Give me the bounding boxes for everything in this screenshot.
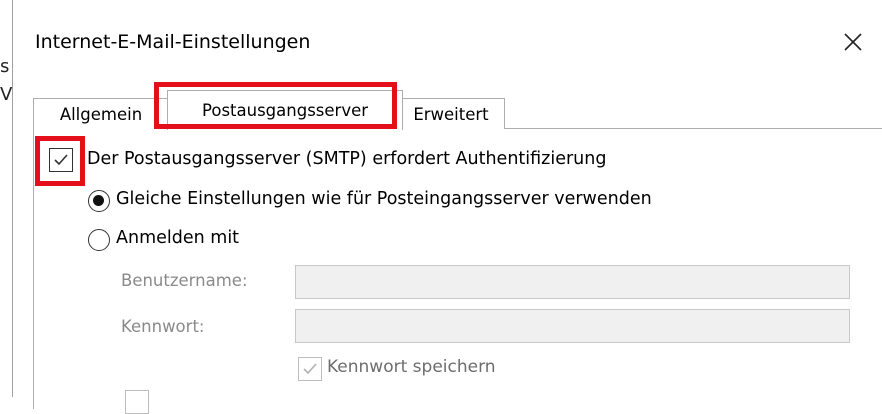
tab-label: Postausgangsserver — [201, 101, 369, 120]
radio-login-with-label: Anmelden mit — [116, 228, 240, 248]
cut-off-checkbox[interactable] — [125, 390, 149, 414]
tab-erweitert[interactable]: Erweitert — [397, 98, 505, 129]
password-label: Kennwort: — [121, 317, 205, 336]
save-password-checkbox[interactable] — [298, 357, 322, 381]
close-icon — [844, 33, 862, 51]
username-label: Benutzername: — [121, 271, 248, 290]
close-button[interactable] — [833, 22, 873, 62]
radio-selected-dot — [93, 195, 104, 206]
radio-login-with[interactable] — [88, 229, 110, 251]
tab-label: Erweitert — [413, 104, 489, 124]
tab-allgemein[interactable]: Allgemein — [33, 98, 169, 129]
background-text-fragment: V — [0, 84, 13, 105]
dialog-title: Internet-E-Mail-Einstellungen — [35, 31, 311, 53]
username-field[interactable] — [295, 265, 850, 299]
background-text-fragment: s — [0, 56, 10, 77]
tab-label: Allgemein — [59, 104, 143, 124]
email-settings-dialog: Internet-E-Mail-Einstellungen Allgemein … — [12, 0, 882, 414]
smtp-auth-label: Der Postausgangsserver (SMTP) erfordert … — [87, 149, 607, 169]
radio-same-settings[interactable] — [88, 190, 110, 212]
tab-postausgangsserver[interactable]: Postausgangsserver — [167, 90, 403, 130]
save-password-label: Kennwort speichern — [327, 357, 496, 377]
background-app: s V — [0, 0, 12, 397]
password-field[interactable] — [295, 309, 850, 343]
smtp-auth-checkbox[interactable] — [49, 148, 73, 172]
checkmark-icon — [303, 363, 317, 375]
radio-same-settings-label: Gleiche Einstellungen wie für Posteingan… — [116, 189, 652, 209]
checkmark-icon — [54, 154, 68, 166]
